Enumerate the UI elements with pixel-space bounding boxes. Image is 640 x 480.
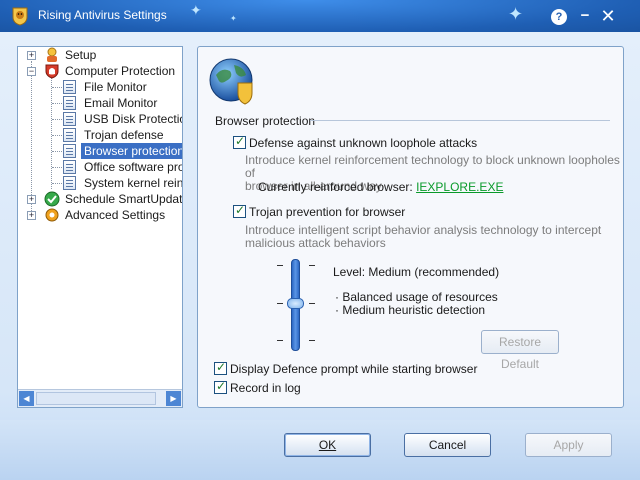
loophole-defense-checkbox[interactable]: [233, 134, 246, 149]
tree-label: Trojan defense: [84, 128, 164, 142]
tree-connector: [52, 135, 62, 136]
reinforced-browser-row: Currently reinforced browser: IEXPLORE.E…: [258, 180, 503, 194]
reinforced-browser-link[interactable]: IEXPLORE.EXE: [416, 180, 503, 194]
apply-button[interactable]: Apply: [525, 433, 612, 457]
tree-item-advanced-settings[interactable]: + Advanced Settings: [18, 207, 182, 223]
tree-label: USB Disk Protection: [84, 112, 182, 126]
description-line: malicious attack behaviors: [245, 236, 386, 250]
trojan-prevention-description: Introduce intelligent script behavior an…: [245, 224, 601, 250]
tree-item-setup[interactable]: + Setup: [18, 47, 182, 63]
loophole-defense-label: Defense against unknown loophole attacks: [249, 136, 478, 150]
slider-tick: [277, 265, 283, 266]
rising-lion-icon: [12, 7, 28, 26]
level-detail: · Medium heuristic detection: [335, 303, 486, 317]
slider-tick: [309, 303, 315, 304]
expand-icon[interactable]: +: [27, 211, 36, 220]
expand-icon[interactable]: +: [27, 51, 36, 60]
tree-item-trojan-defense[interactable]: Trojan defense: [18, 127, 182, 143]
protection-level-details: · Balanced usage of resources · Medium h…: [335, 291, 498, 317]
record-in-log-label: Record in log: [230, 381, 301, 395]
scroll-left-button[interactable]: ◀: [19, 391, 34, 406]
sparkle-decoration: ✦: [190, 2, 202, 18]
close-button[interactable]: ✕: [597, 5, 619, 27]
trojan-prevention-label: Trojan prevention for browser: [249, 205, 406, 219]
tree-item-usb-disk-protection[interactable]: USB Disk Protection: [18, 111, 182, 127]
document-icon: [63, 160, 76, 174]
apply-label: Apply: [553, 438, 584, 452]
tree-label: System kernel reinfo: [84, 176, 182, 190]
document-icon: [63, 144, 76, 158]
section-title: Browser protection: [215, 114, 316, 128]
record-in-log-checkbox[interactable]: [214, 379, 227, 394]
globe-shield-icon: [209, 58, 253, 105]
cancel-label: Cancel: [428, 438, 467, 452]
document-icon: [63, 96, 76, 110]
slider-tick: [277, 340, 283, 341]
document-icon: [63, 80, 76, 94]
section-divider: [310, 120, 610, 121]
tree-label-selected: Browser protection: [81, 143, 182, 159]
protection-level-label: Level: Medium (recommended): [333, 265, 500, 279]
slider-tick: [309, 265, 315, 266]
tree-item-file-monitor[interactable]: File Monitor: [18, 79, 182, 95]
tree-label: Email Monitor: [84, 96, 158, 110]
tree-label: Computer Protection: [65, 64, 176, 78]
gear-icon: [45, 208, 59, 222]
tree-connector: [52, 151, 62, 152]
settings-tree: + Setup − Computer Protection File Monit…: [18, 47, 182, 387]
reinforced-browser-label: Currently reinforced browser:: [258, 180, 413, 194]
sparkle-decoration: ✦: [230, 14, 237, 23]
settings-window: Rising Antivirus Settings ✦ ✦ ✦ ? − ✕ + …: [0, 0, 640, 480]
tree-label: Setup: [65, 48, 97, 62]
tree-horizontal-scrollbar[interactable]: ◀ ▶: [18, 389, 182, 407]
tree-label: Advanced Settings: [65, 208, 166, 222]
ok-label: OK: [318, 438, 337, 452]
expand-icon[interactable]: +: [27, 195, 36, 204]
collapse-icon[interactable]: −: [27, 67, 36, 76]
document-icon: [63, 176, 76, 190]
tree-label: Office software prote: [84, 160, 182, 174]
trojan-prevention-checkbox[interactable]: [233, 203, 246, 218]
scroll-thumb[interactable]: [36, 392, 156, 405]
ok-button[interactable]: OK: [284, 433, 371, 457]
tree-item-office-software-protection[interactable]: Office software prote: [18, 159, 182, 175]
slider-tick: [277, 303, 283, 304]
shield-icon: [45, 64, 59, 79]
help-icon: ?: [551, 9, 567, 25]
document-icon: [63, 128, 76, 142]
tree-label: File Monitor: [84, 80, 147, 94]
tree-connector: [52, 87, 62, 88]
restore-default-button[interactable]: Restore Default: [481, 330, 559, 371]
document-icon: [63, 112, 76, 126]
tree-connector: [52, 167, 62, 168]
slider-tick: [309, 340, 315, 341]
tree-item-schedule-smartupdate[interactable]: + Schedule SmartUpdate: [18, 191, 182, 207]
help-button[interactable]: ?: [548, 5, 570, 27]
browser-protection-panel: Browser protection Defense against unkno…: [197, 46, 624, 408]
window-title: Rising Antivirus Settings: [38, 8, 167, 22]
minimize-button[interactable]: −: [574, 5, 596, 27]
cancel-button[interactable]: Cancel: [404, 433, 491, 457]
title-bar[interactable]: Rising Antivirus Settings ✦ ✦ ✦ ? − ✕: [0, 0, 640, 32]
tree-item-browser-protection[interactable]: Browser protection: [18, 143, 182, 159]
update-check-icon: [44, 191, 60, 207]
sparkle-decoration: ✦: [508, 4, 524, 24]
setup-wizard-icon: [47, 47, 57, 62]
display-defence-prompt-checkbox[interactable]: [214, 360, 227, 375]
display-defence-prompt-label: Display Defence prompt while starting br…: [230, 362, 478, 376]
tree-connector: [52, 119, 62, 120]
tree-connector: [52, 183, 62, 184]
description-line: Introduce kernel reinforcement technolog…: [245, 153, 620, 180]
tree-label: Schedule SmartUpdate: [65, 192, 182, 206]
tree-connector: [52, 103, 62, 104]
protection-level-slider-thumb[interactable]: [287, 298, 304, 309]
tree-item-email-monitor[interactable]: Email Monitor: [18, 95, 182, 111]
tree-item-computer-protection[interactable]: − Computer Protection: [18, 63, 182, 79]
settings-tree-panel: + Setup − Computer Protection File Monit…: [17, 46, 183, 408]
tree-item-system-kernel-reinforcement[interactable]: System kernel reinfo: [18, 175, 182, 191]
scroll-right-button[interactable]: ▶: [166, 391, 181, 406]
